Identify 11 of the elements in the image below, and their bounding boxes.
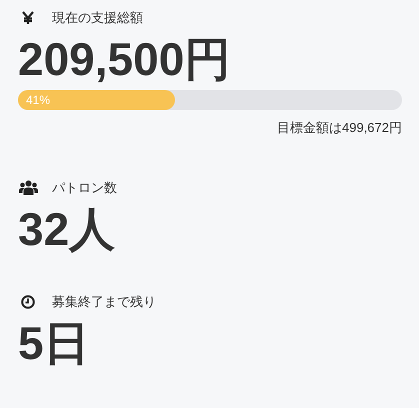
stat-label: 募集終了まで残り <box>52 292 156 311</box>
stat-value: 5日 <box>18 318 90 368</box>
people-icon <box>18 180 38 195</box>
stat-value: 209,500円 <box>18 34 230 84</box>
stat-label: パトロン数 <box>52 178 117 197</box>
yen-icon <box>22 11 34 25</box>
goal-amount: 目標金額は499,672円 <box>277 119 402 137</box>
stat-value: 32人 <box>18 204 116 254</box>
stat-label: 現在の支援総額 <box>52 9 143 28</box>
clock-icon <box>21 294 35 308</box>
progress-percent: 41% <box>26 92 50 109</box>
